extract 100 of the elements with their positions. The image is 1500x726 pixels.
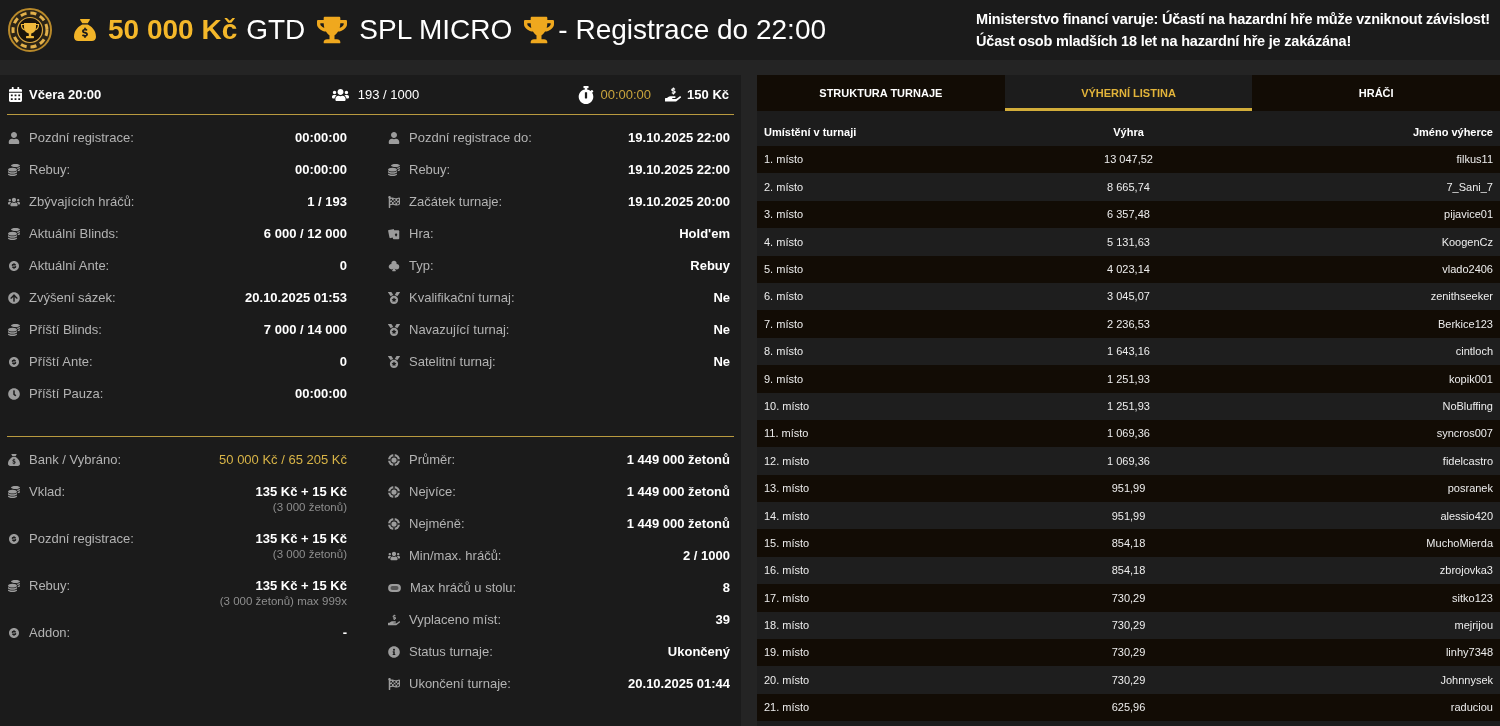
field-label: Pozdní registrace: (29, 130, 134, 146)
table-cell-text: 18. místo (764, 618, 811, 634)
field-note: (3 000 žetonů) max 999x (219, 594, 347, 609)
poker-chip-icon (388, 454, 400, 466)
field-label: Aktuální Ante: (29, 258, 110, 274)
field-label: Zvýšení sázek: (29, 290, 116, 306)
field-value: 19.10.2025 22:00 (628, 162, 730, 178)
player-count: 193 / 1000 (357, 85, 420, 104)
clock-icon (8, 388, 20, 400)
person-icon (8, 132, 20, 144)
start-time: Včera 20:00 (29, 85, 102, 104)
table-cell-text: 1 251,93 (1106, 398, 1151, 414)
club-suit-icon (388, 260, 400, 272)
table-cell-text: 2. místo (764, 179, 805, 195)
dollar-coin-icon (8, 356, 20, 368)
coins-icon (8, 580, 20, 592)
table-cell-text: Berkice123 (1436, 316, 1493, 332)
table-cell-text: 16. místo (764, 563, 811, 579)
table-cell-text: fidelcastro (1441, 453, 1493, 469)
field-label: Addon: (29, 625, 71, 641)
logo-icon (8, 8, 52, 52)
field-value: 0 (339, 258, 347, 274)
registration-deadline: - Registrace do 22:00 (558, 13, 827, 47)
field-value: - (342, 625, 347, 641)
field-label: Rebuy: (29, 162, 71, 178)
gambling-warning: Ministerstvo financí varuje: Účastí na hazardní hře může vzniknout závislost! (976, 9, 1490, 29)
table-cell-text: KoogenCz (1440, 234, 1493, 250)
coins-icon (8, 486, 20, 498)
field-value: 1 449 000 žetonů (626, 452, 730, 468)
table-cell-text: 1 251,93 (1106, 371, 1151, 387)
tab[interactable]: STRUKTURA TURNAJE (757, 75, 1005, 111)
money-bag-icon (74, 18, 96, 42)
field-label: Navazující turnaj: (409, 322, 510, 338)
field-value: 2 / 1000 (683, 548, 730, 564)
table-cell-text: 11. místo (764, 426, 810, 442)
table-cell-text: 730,29 (1110, 645, 1147, 661)
table-cell-text: 5 131,63 (1106, 234, 1151, 250)
dollar-coin-icon (8, 533, 20, 545)
column-header: Jméno výherce (1411, 124, 1493, 140)
playing-cards-icon (388, 228, 400, 240)
field-label: Rebuy: (29, 578, 71, 594)
table-cell-text: MuchoMierda (1425, 535, 1493, 551)
tournament-title: SPL MICRO (359, 13, 513, 47)
field-label: Hra: (409, 226, 434, 242)
table-cell-text: 2 236,53 (1106, 316, 1151, 332)
table-cell-text: 4. místo (764, 234, 805, 250)
table-icon (388, 584, 401, 592)
table-cell-text: filkus11 (1455, 152, 1493, 168)
field-value: 20.10.2025 01:44 (628, 676, 730, 692)
field-value: 6 000 / 12 000 (263, 226, 347, 242)
field-label: Status turnaje: (409, 644, 493, 660)
table-cell-text: 7. místo (764, 316, 805, 332)
table-cell-text: linhy7348 (1444, 645, 1493, 661)
field-label: Min/max. hráčů: (409, 548, 502, 564)
column-header: Výhra (1112, 124, 1145, 140)
table-cell-text: 10. místo (764, 398, 811, 414)
stopwatch-icon (578, 85, 595, 104)
table-cell-text: 15. místo (764, 535, 811, 551)
field-label: Ukončení turnaje: (409, 676, 511, 692)
table-cell-text: 7_Sani_7 (1445, 179, 1493, 195)
hand-coin-icon (388, 614, 400, 626)
field-label: Pozdní registrace do: (409, 130, 532, 146)
coins-icon (388, 164, 400, 176)
dollar-coin-icon (8, 260, 20, 272)
field-label: Bank / Vybráno: (29, 452, 121, 468)
column-header: Umístění v turnaji (764, 124, 858, 140)
field-note: (3 000 žetonů) (272, 547, 347, 562)
field-label: Vklad: (29, 484, 66, 500)
table-cell-text: 17. místo (764, 590, 811, 606)
table-cell-text: 8. místo (764, 344, 805, 360)
buy-in: 150 Kč (687, 85, 729, 104)
table-cell-text: NoBluffing (1441, 398, 1493, 414)
field-label: Max hráčů u stolu: (410, 580, 517, 596)
gambling-warning: Účast osob mladších 18 let na hazardní hře je zakázána! (976, 31, 1351, 51)
money-bag-icon (8, 454, 20, 466)
field-value: Ne (713, 354, 730, 370)
info-icon (388, 646, 400, 658)
field-label: Nejméně: (409, 516, 465, 532)
table-cell-text: 730,29 (1110, 590, 1147, 606)
people-icon (331, 87, 349, 102)
tab[interactable]: HRÁČI (1252, 75, 1500, 111)
field-value: 135 Kč + 15 Kč (255, 578, 347, 594)
table-cell-text: kopik001 (1447, 371, 1493, 387)
guarantee-label: GTD (246, 13, 306, 47)
field-value: 50 000 Kč / 65 205 Kč (219, 452, 347, 468)
field-label: Nejvíce: (409, 484, 456, 500)
table-cell-text: zenithseeker (1429, 289, 1493, 305)
table-cell-text: mejrijou (1453, 618, 1493, 634)
field-label: Vyplaceno míst: (409, 612, 501, 628)
field-label: Zbývajících hráčů: (29, 194, 135, 210)
field-value: 39 (715, 612, 730, 628)
table-cell-text: 854,18 (1110, 535, 1147, 551)
field-value: 0 (339, 354, 347, 370)
table-cell-text: 13. místo (764, 481, 811, 497)
table-cell-text: 1 069,36 (1106, 453, 1151, 469)
field-label: Začátek turnaje: (409, 194, 503, 210)
table-cell-text: 1. místo (764, 152, 805, 168)
field-value: 135 Kč + 15 Kč (255, 484, 347, 500)
table-cell-text: 4 023,14 (1106, 262, 1151, 277)
timer: 00:00:00 (600, 85, 652, 104)
